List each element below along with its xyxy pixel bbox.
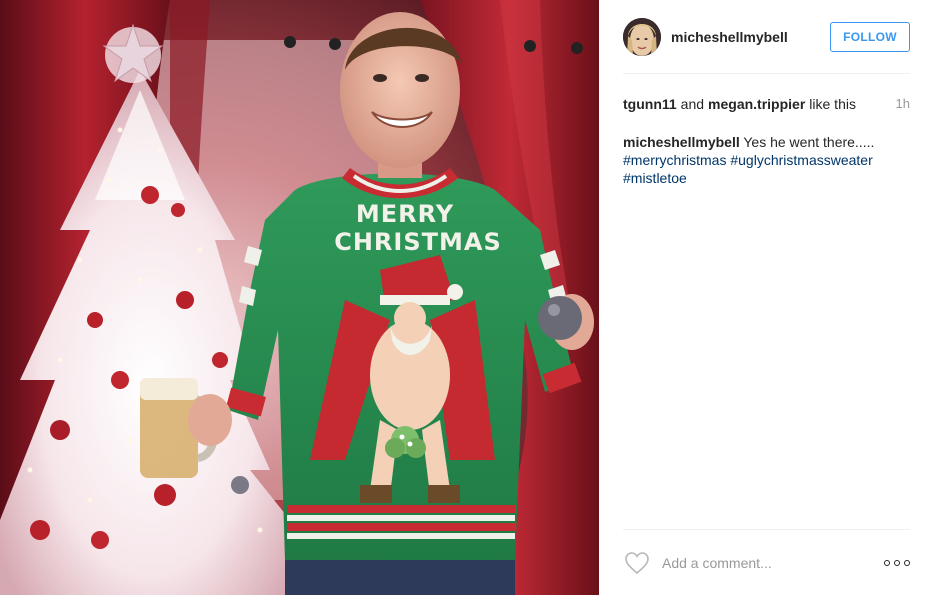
- more-options-icon[interactable]: [884, 553, 910, 573]
- post-photo[interactable]: MERRY CHRISTMAS: [0, 0, 599, 595]
- photo-illustration: MERRY CHRISTMAS: [0, 0, 599, 595]
- likes-suffix: like this: [809, 96, 856, 112]
- heart-icon[interactable]: [623, 549, 651, 577]
- post-view: MERRY CHRISTMAS micheshellmybell FOLLOW …: [0, 0, 933, 595]
- hashtag-link[interactable]: #uglychristmassweater: [730, 152, 872, 168]
- caption-author[interactable]: micheshellmybell: [623, 134, 740, 150]
- likes-summary: tgunn11 and megan.trippier like this 1h: [623, 95, 910, 113]
- hashtag-link[interactable]: #mistletoe: [623, 170, 687, 186]
- comment-input[interactable]: [662, 553, 884, 573]
- avatar[interactable]: [623, 17, 661, 56]
- post-timestamp[interactable]: 1h: [896, 96, 910, 111]
- caption-text: Yes he went there.....: [743, 134, 875, 150]
- liker-link-1[interactable]: tgunn11: [623, 96, 677, 112]
- post-caption: micheshellmybell Yes he went there..... …: [623, 133, 913, 187]
- follow-button[interactable]: FOLLOW: [830, 21, 910, 52]
- post-header: micheshellmybell FOLLOW: [623, 0, 910, 74]
- hashtag-link[interactable]: #merrychristmas: [623, 152, 726, 168]
- sweater-text-line2: CHRISTMAS: [334, 228, 502, 256]
- likes-conjunction: and: [680, 96, 705, 112]
- liker-link-2[interactable]: megan.trippier: [708, 96, 805, 112]
- sweater-text-line1: MERRY: [356, 200, 454, 228]
- post-actions: [623, 529, 910, 595]
- author-username[interactable]: micheshellmybell: [671, 29, 830, 45]
- post-sidebar: micheshellmybell FOLLOW tgunn11 and mega…: [599, 0, 933, 595]
